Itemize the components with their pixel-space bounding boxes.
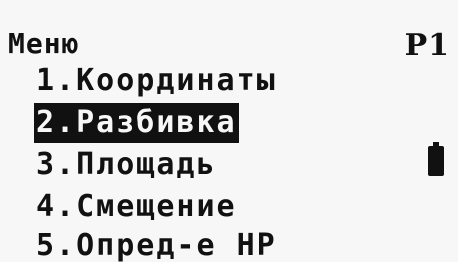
page-indicator: P1 [404, 28, 450, 63]
menu-item-remote-height[interactable]: 5.Опред-е НР [34, 226, 279, 262]
menu-item-offset[interactable]: 4.Смещение [34, 187, 239, 227]
display-screen: Меню P1 1.Координаты 2.Разбивка 3.Площад… [0, 0, 458, 262]
battery-fill [428, 146, 444, 176]
menu-item-area[interactable]: 3.Площадь [34, 145, 219, 185]
battery-icon [428, 142, 444, 176]
menu-item-coordinates[interactable]: 1.Координаты [34, 61, 279, 101]
menu-item-stakeout[interactable]: 2.Разбивка [34, 103, 239, 143]
screen-title: Меню [8, 27, 80, 60]
